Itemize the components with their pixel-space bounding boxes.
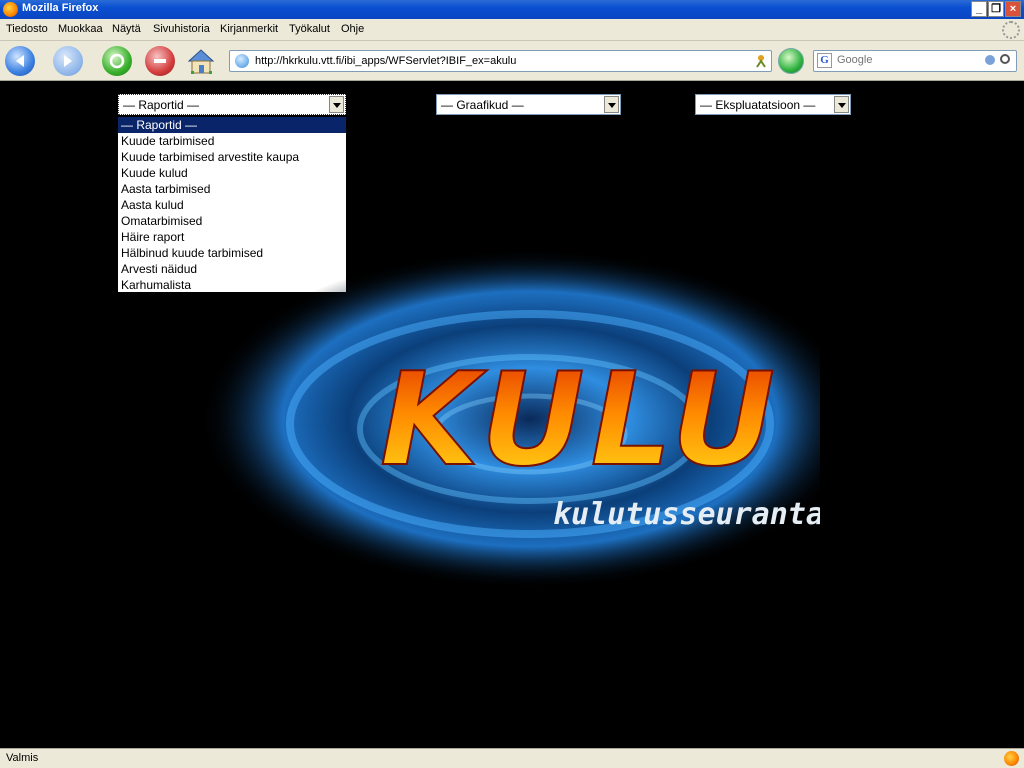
chevron-down-icon[interactable]: [834, 96, 849, 113]
throbber-icon: [1002, 21, 1020, 39]
dropdown-option[interactable]: Kuude tarbimised: [118, 133, 346, 149]
status-bar: Valmis: [0, 748, 1024, 768]
reload-button[interactable]: [102, 46, 132, 76]
status-text: Valmis: [6, 752, 39, 764]
forward-button[interactable]: [53, 46, 83, 76]
dropdown-option[interactable]: — Raportid —: [118, 117, 346, 133]
menu-file[interactable]: Tiedosto: [6, 23, 48, 35]
title-bar: Mozilla Firefox _ ❐ ×: [0, 0, 1024, 19]
menu-edit[interactable]: Muokkaa: [58, 23, 103, 35]
search-input[interactable]: [835, 53, 989, 67]
page-content: — Raportid — — Graafikud — — Ekspluatats…: [0, 81, 1024, 748]
google-engine-icon[interactable]: G: [817, 53, 832, 68]
dropdown-option[interactable]: Kuude kulud: [118, 165, 346, 181]
reports-select[interactable]: — Raportid —: [118, 94, 346, 115]
menu-history[interactable]: Sivuhistoria: [153, 23, 210, 35]
menu-view[interactable]: Näytä: [112, 23, 141, 35]
forward-arrow-icon: [64, 55, 72, 67]
address-bar[interactable]: http://hkrkulu.vtt.fi/ibi_apps/WFServlet…: [229, 50, 772, 72]
restore-button[interactable]: ❐: [988, 1, 1004, 17]
dropdown-option[interactable]: Kuude tarbimised arvestite kaupa: [118, 149, 346, 165]
reload-icon: [109, 53, 125, 69]
go-button[interactable]: [778, 48, 804, 74]
graphs-select[interactable]: — Graafikud —: [436, 94, 621, 115]
feed-icon[interactable]: [755, 54, 767, 68]
menu-help[interactable]: Ohje: [341, 23, 364, 35]
menu-bar: Tiedosto Muokkaa Näytä Sivuhistoria Kirj…: [0, 19, 1024, 41]
back-button[interactable]: [5, 46, 35, 76]
close-button[interactable]: ×: [1005, 1, 1021, 17]
home-button[interactable]: [186, 47, 216, 75]
firefox-status-icon[interactable]: [1004, 751, 1019, 766]
search-box[interactable]: G: [813, 50, 1017, 72]
page-globe-icon: [235, 54, 249, 68]
search-icon[interactable]: [1000, 54, 1010, 64]
logo-subtitle: kulutusseuranta: [553, 497, 820, 532]
menu-tools[interactable]: Työkalut: [289, 23, 330, 35]
operations-select[interactable]: — Ekspluatatsioon —: [695, 94, 851, 115]
reports-select-value: — Raportid —: [123, 98, 200, 112]
firefox-logo-icon: [3, 2, 18, 17]
url-text: http://hkrkulu.vtt.fi/ibi_apps/WFServlet…: [255, 55, 517, 67]
minimize-button[interactable]: _: [971, 1, 987, 17]
kulu-logo: KULU kulutusseuranta: [200, 249, 820, 589]
back-arrow-icon: [16, 55, 24, 67]
dropdown-option[interactable]: Omatarbimised: [118, 213, 346, 229]
window-title: Mozilla Firefox: [22, 2, 99, 14]
dropdown-option[interactable]: Aasta kulud: [118, 197, 346, 213]
stop-icon: [154, 59, 166, 63]
search-engine-dropdown-icon[interactable]: [985, 55, 995, 65]
dropdown-option[interactable]: Aasta tarbimised: [118, 181, 346, 197]
chevron-down-icon[interactable]: [604, 96, 619, 113]
dropdown-option[interactable]: Häire raport: [118, 229, 346, 245]
menu-bookmarks[interactable]: Kirjanmerkit: [220, 23, 278, 35]
stop-button[interactable]: [145, 46, 175, 76]
operations-select-value: — Ekspluatatsioon —: [700, 98, 816, 112]
graphs-select-value: — Graafikud —: [441, 98, 524, 112]
chevron-down-icon[interactable]: [329, 96, 344, 113]
logo-title: KULU: [380, 346, 781, 495]
